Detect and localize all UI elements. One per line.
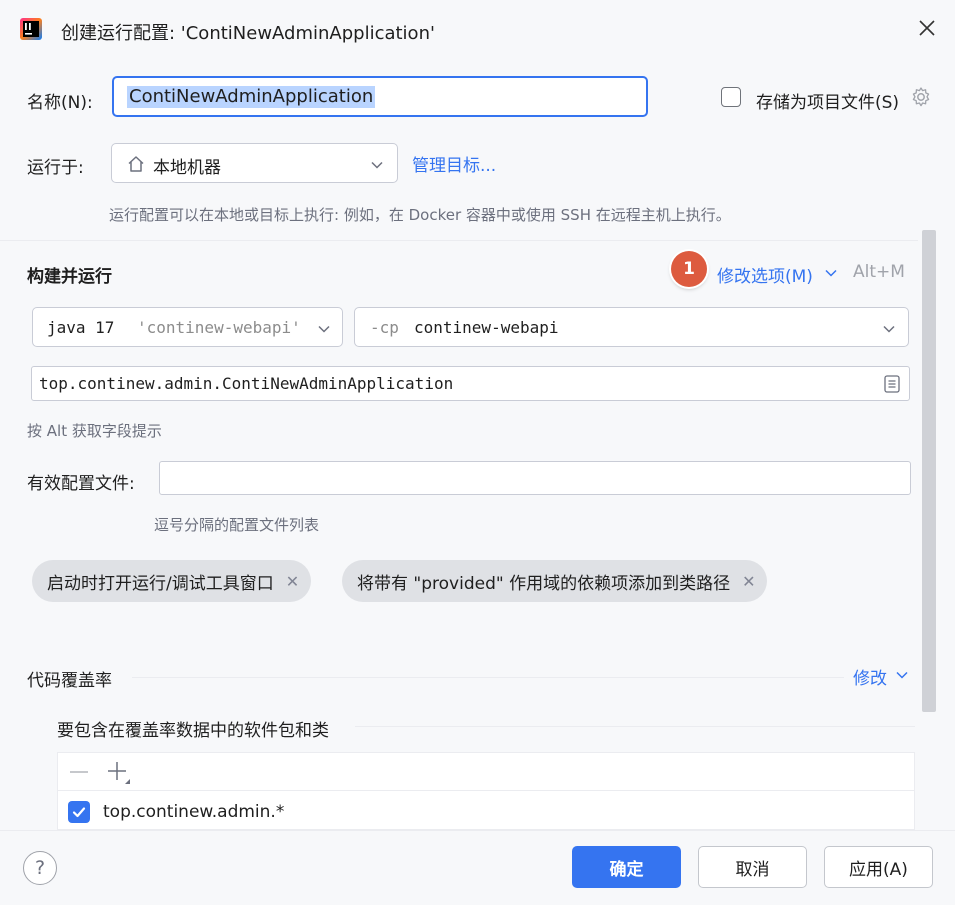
chip-label: 启动时打开运行/调试工具窗口 — [47, 573, 274, 594]
chevron-down-icon — [317, 321, 331, 335]
run-on-hint: 运行配置可以在本地或目标上执行: 例如，在 Docker 容器中或使用 SSH … — [109, 206, 731, 224]
home-icon — [126, 154, 146, 179]
cp-flag: -cp — [370, 318, 399, 337]
chevron-down-icon — [882, 321, 896, 335]
name-input-value: ContiNewAdminApplication — [127, 86, 376, 108]
chevron-down-icon — [895, 667, 909, 687]
main-class-input[interactable]: top.continew.admin.ContiNewAdminApplicat… — [31, 366, 910, 401]
apply-button[interactable]: 应用(A) — [824, 846, 933, 888]
gear-icon[interactable] — [910, 86, 932, 113]
jdk-module: 'continew-webapi' — [137, 318, 301, 337]
coverage-divider — [132, 677, 844, 678]
active-profiles-label: 有效配置文件: — [27, 474, 135, 494]
chip-close-icon[interactable]: ✕ — [742, 572, 755, 591]
help-button[interactable]: ? — [23, 851, 57, 885]
modify-options-shortcut: Alt+M — [853, 262, 905, 282]
include-divider — [355, 726, 915, 727]
active-profiles-hint: 逗号分隔的配置文件列表 — [154, 516, 320, 534]
coverage-include-list: top.continew.admin.* — [57, 752, 915, 830]
window-title: 创建运行配置: 'ContiNewAdminApplication' — [61, 23, 435, 44]
coverage-modify-button[interactable]: 修改 — [853, 664, 887, 689]
scrollbar[interactable] — [922, 230, 936, 712]
add-icon[interactable] — [106, 760, 132, 791]
manage-targets-link[interactable]: 管理目标... — [412, 151, 496, 176]
intellij-app-icon — [20, 18, 42, 40]
store-as-project-label: 存储为项目文件(S) — [756, 93, 900, 113]
coverage-include-label: 要包含在覆盖率数据中的软件包和类 — [57, 721, 329, 741]
chip-close-icon[interactable]: ✕ — [286, 572, 299, 591]
cancel-button[interactable]: 取消 — [698, 846, 807, 888]
modify-options-button[interactable]: 修改选项(M) — [717, 262, 813, 287]
store-as-project-checkbox[interactable] — [721, 87, 741, 107]
run-on-dropdown[interactable]: 本地机器 — [111, 143, 398, 183]
ok-button[interactable]: 确定 — [572, 846, 681, 888]
run-on-value: 本地机器 — [153, 158, 221, 178]
coverage-item-checkbox[interactable] — [68, 801, 90, 823]
list-toolbar-divider — [58, 790, 914, 791]
minus-icon[interactable] — [68, 761, 90, 788]
step-badge: 1 — [671, 251, 707, 287]
chevron-down-icon — [824, 265, 838, 285]
classpath-dropdown[interactable]: -cp continew-webapi — [354, 307, 909, 347]
coverage-item-label: top.continew.admin.* — [103, 802, 285, 822]
name-input[interactable]: ContiNewAdminApplication — [112, 76, 648, 117]
chip-provided-scope[interactable]: 将带有 "provided" 作用域的依赖项添加到类路径 ✕ — [342, 560, 768, 602]
name-label: 名称(N): — [27, 93, 93, 113]
chip-label: 将带有 "provided" 作用域的依赖项添加到类路径 — [357, 573, 731, 594]
chevron-down-icon — [370, 157, 384, 171]
main-class-value: top.continew.admin.ContiNewAdminApplicat… — [39, 374, 454, 393]
run-on-label: 运行于: — [27, 158, 84, 178]
active-profiles-input[interactable] — [159, 461, 911, 495]
cp-module: continew-webapi — [414, 318, 559, 337]
jdk-dropdown[interactable]: java 17 'continew-webapi' — [32, 307, 343, 347]
footer-divider — [0, 830, 955, 831]
jdk-version: java 17 — [47, 318, 115, 337]
field-hint: 按 Alt 获取字段提示 — [27, 422, 162, 440]
build-run-title: 构建并运行 — [27, 267, 112, 287]
section-divider — [0, 240, 918, 241]
browse-icon[interactable] — [882, 374, 902, 399]
coverage-title: 代码覆盖率 — [27, 671, 112, 691]
chip-open-tool-window[interactable]: 启动时打开运行/调试工具窗口 ✕ — [32, 560, 312, 602]
close-icon[interactable] — [918, 19, 936, 42]
